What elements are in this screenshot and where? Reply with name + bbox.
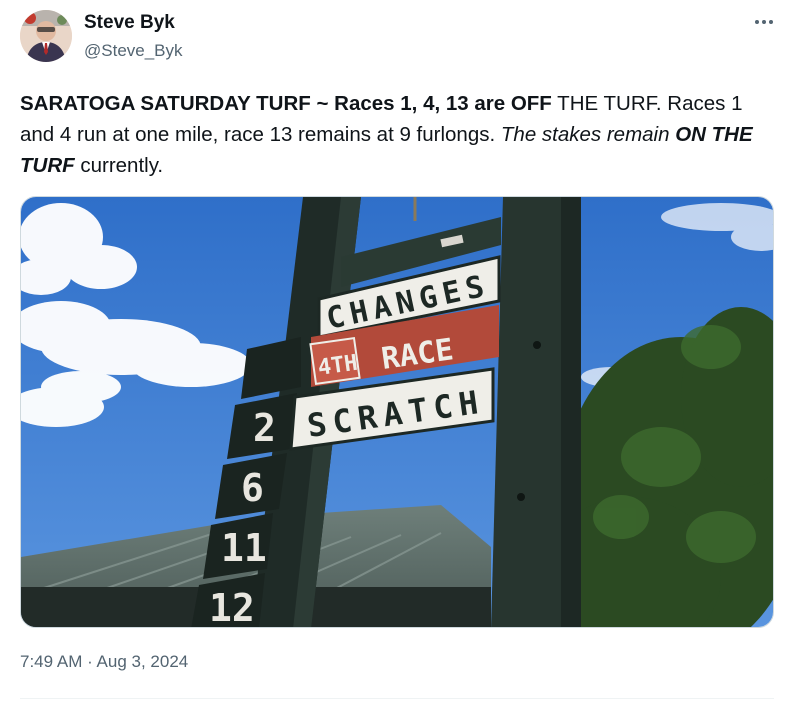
tweet-text-tail: currently. [74,154,164,177]
tweet-text-bold-headline: SARATOGA SATURDAY TURF ~ Races 1, 4, 13 … [20,92,552,115]
author-handle[interactable]: @Steve_Byk [84,41,183,61]
more-options-button[interactable] [744,8,784,36]
tweet-photo[interactable]: 2 6 11 12 CHANGES 4TH RACE SCRATCH [20,196,774,628]
more-dots-icon [755,20,773,24]
board-number-1: 2 [253,406,276,450]
board-number-4: 12 [209,586,255,628]
tweet-text-italic: The stakes remain [500,123,676,146]
tweet-card: Steve Byk @Steve_Byk SARATOGA SATURDAY T… [0,0,800,704]
author-name[interactable]: Steve Byk [84,12,175,34]
board-number-2: 6 [241,466,264,510]
avatar-image [20,10,72,62]
tweet-text: SARATOGA SATURDAY TURF ~ Races 1, 4, 13 … [20,88,780,181]
board-number-3: 11 [221,526,267,570]
divider [20,698,774,699]
author-avatar[interactable] [20,10,72,62]
turf-sign-photo: 2 6 11 12 CHANGES 4TH RACE SCRATCH [21,197,773,628]
tweet-timestamp[interactable]: 7:49 AM · Aug 3, 2024 [20,652,188,672]
